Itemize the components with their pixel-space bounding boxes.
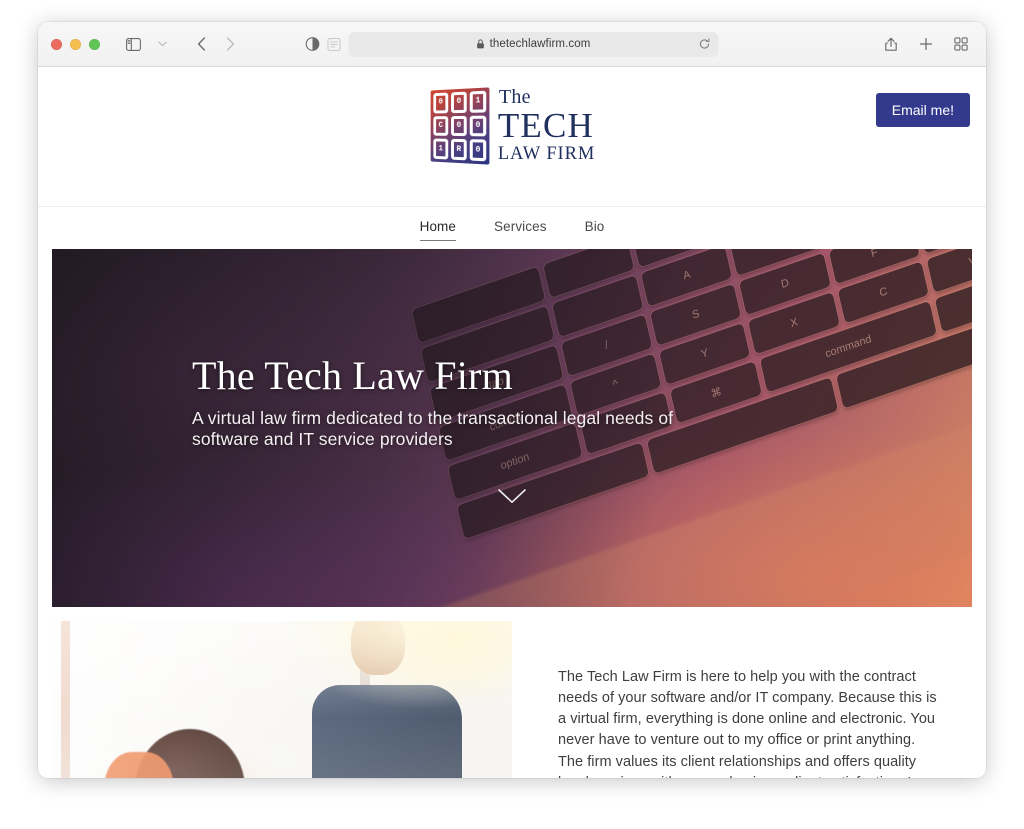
email-me-button[interactable]: Email me! [875,93,970,127]
lock-icon [477,39,485,49]
hero-title: The Tech Law Firm [192,353,513,398]
forward-button[interactable] [217,32,243,56]
browser-toolbar: thetechlawfirm.com [38,22,986,67]
hero-banner: Q 23 A WER tab/S DF control^Y [52,249,972,607]
close-window-button[interactable] [51,38,62,50]
hero-copy: The Tech Law Firm A virtual law firm ded… [192,355,712,451]
window-controls [51,38,100,50]
nav-item-services[interactable]: Services [492,215,549,241]
url-text: thetechlawfirm.com [489,38,591,50]
nav-item-bio[interactable]: Bio [583,215,607,241]
toolbar-right-controls [878,32,974,56]
logo-wordmark: The TECH LAW FIRM [498,87,595,166]
about-photo [52,621,512,778]
logo-digit: 0 [438,98,443,108]
logo-digit: R [456,144,462,154]
url-field[interactable]: thetechlawfirm.com [348,31,719,57]
url-display: thetechlawfirm.com [477,38,591,50]
logo-digit: 0 [456,121,462,131]
logo-digit: 0 [456,97,462,107]
tab-overview-icon[interactable] [948,32,974,56]
new-tab-icon[interactable] [913,32,939,56]
site-logo[interactable]: 0 0 1 C 0 0 1 R 0 The TECH LAW FIRM [429,87,595,166]
binary-block-logo-icon: 0 0 1 C 0 0 1 R 0 [430,87,490,165]
logo-tech-text: TECH [497,106,594,145]
about-paragraph: The Tech Law Firm is here to help you wi… [558,669,937,778]
logo-the-text: The [498,86,531,108]
logo-lawfirm-text: LAW FIRM [497,144,596,164]
browser-window: thetechlawfirm.com 0 0 1 C 0 0 1 R 0 The… [38,22,986,778]
back-button[interactable] [188,32,214,56]
reload-button[interactable] [699,38,711,50]
zoom-window-button[interactable] [89,38,100,50]
chevron-down-icon[interactable] [149,32,175,56]
address-bar-area: thetechlawfirm.com [305,31,719,57]
site-navigation: Home Services Bio [38,207,986,249]
navigation-controls [120,32,243,56]
sidebar-toggle-icon[interactable] [120,32,146,56]
hero-subtitle: A virtual law firm dedicated to the tran… [192,408,674,450]
page-viewport: 0 0 1 C 0 0 1 R 0 The TECH LAW FIRM Emai… [38,67,986,778]
reader-view-icon[interactable] [327,37,341,51]
about-text-column: The Tech Law Firm is here to help you wi… [512,621,986,778]
screenshot-root: thetechlawfirm.com 0 0 1 C 0 0 1 R 0 The… [0,0,1024,829]
nav-item-home[interactable]: Home [418,215,458,241]
logo-digit: C [438,121,443,131]
logo-digit: 0 [475,145,481,155]
site-header: 0 0 1 C 0 0 1 R 0 The TECH LAW FIRM Emai… [38,67,986,207]
logo-digit: 1 [438,144,443,154]
scroll-down-chevron-icon[interactable] [497,488,527,510]
reader-contrast-icon[interactable] [305,37,320,51]
about-section: The Tech Law Firm is here to help you wi… [38,621,986,778]
logo-digit: 0 [475,121,481,131]
minimize-window-button[interactable] [70,38,81,50]
share-icon[interactable] [878,32,904,56]
logo-digit: 1 [475,96,481,107]
